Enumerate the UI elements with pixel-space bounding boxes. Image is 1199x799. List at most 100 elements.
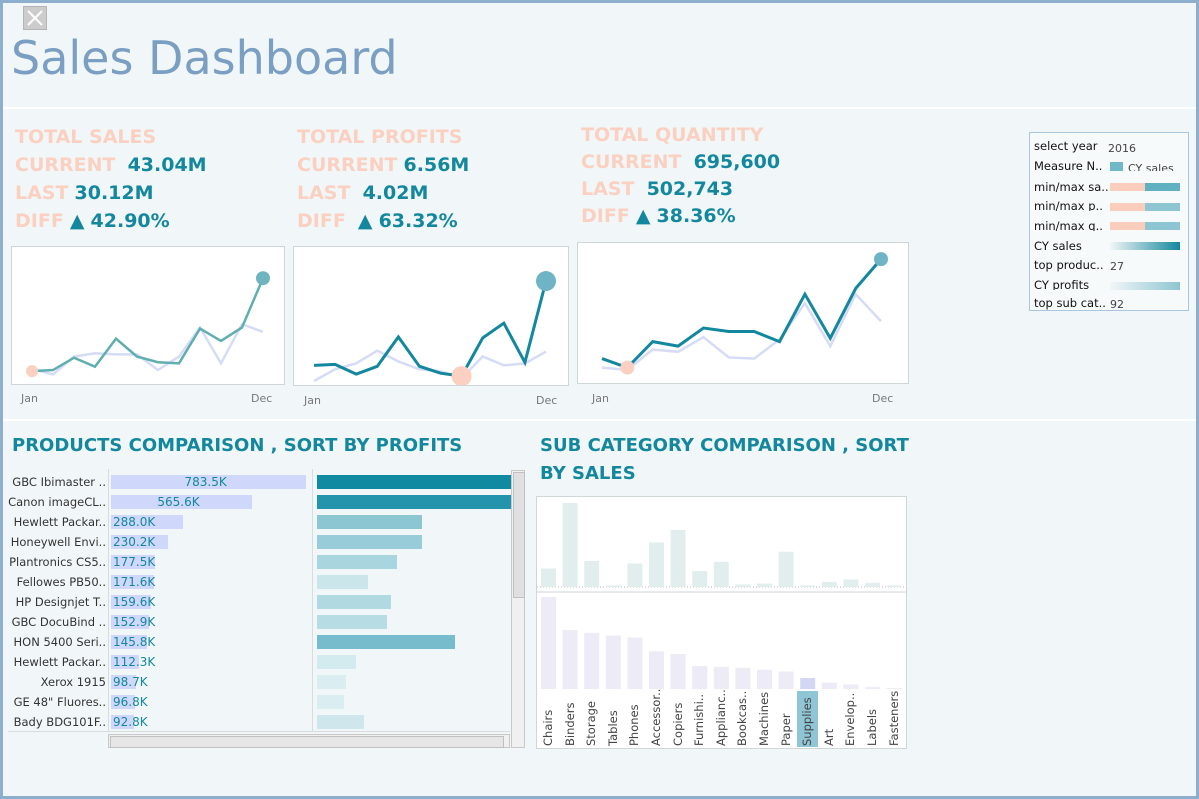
profit-bar[interactable] — [317, 675, 347, 689]
product-row[interactable]: Fellowes PB50.. 171.6K — [8, 575, 512, 591]
subcategory-sales-bar[interactable] — [692, 666, 708, 689]
subcategory-sales-bar[interactable] — [800, 677, 816, 689]
category-label[interactable]: Tables — [606, 710, 620, 746]
close-icon[interactable] — [23, 6, 47, 30]
product-row[interactable]: Bady BDG101F.. 92.8K — [8, 715, 512, 731]
subcategory-top-bar[interactable] — [562, 503, 578, 587]
subcategory-top-bar[interactable] — [735, 584, 751, 587]
subcategory-top-bar[interactable] — [713, 561, 729, 587]
vertical-scrollbar-thumb[interactable] — [513, 472, 525, 598]
product-row[interactable]: HP Designjet T.. 159.6K — [8, 595, 512, 611]
subcategory-top-bar[interactable] — [886, 585, 902, 587]
subcategory-sales-bar[interactable] — [649, 651, 664, 689]
subcategory-top-bar[interactable] — [584, 560, 600, 587]
top-subcat-value[interactable]: 92 — [1110, 298, 1124, 310]
subcategory-sales-bar[interactable] — [843, 684, 859, 689]
subcategory-top-bar[interactable] — [865, 582, 880, 587]
subcategory-sales-bar[interactable] — [627, 637, 643, 689]
min-marker[interactable] — [26, 365, 38, 378]
subcategory-sales-bar[interactable] — [735, 667, 751, 689]
top-products-control[interactable]: top produc.. 27 — [1030, 258, 1188, 273]
profit-bar[interactable] — [317, 475, 512, 489]
product-row[interactable]: Hewlett Packar.. 288.0K — [8, 515, 512, 531]
product-row[interactable]: Honeywell Envi.. 230.2K — [8, 535, 512, 551]
category-label[interactable]: Machines — [757, 692, 771, 746]
product-row[interactable]: Hewlett Packar.. 112.3K — [8, 655, 512, 671]
top-products-value[interactable]: 27 — [1110, 260, 1124, 273]
product-row[interactable]: GBC Ibimaster .. 783.5K — [8, 475, 512, 491]
subcategory-sales-bar[interactable] — [821, 682, 837, 689]
sales-value-label: 96.8K — [113, 695, 148, 709]
category-label[interactable]: Fasteners — [887, 691, 901, 746]
subcategory-top-bar[interactable] — [541, 568, 556, 587]
profit-bar[interactable] — [317, 515, 423, 529]
subcategory-sales-bar[interactable] — [757, 669, 772, 689]
profit-bar[interactable] — [317, 635, 456, 649]
category-label[interactable]: Copiers — [671, 703, 685, 746]
profit-bar[interactable] — [317, 595, 392, 609]
category-label[interactable]: Labels — [865, 709, 879, 746]
min-marker[interactable] — [451, 366, 472, 387]
sales-value-label: 565.6K — [157, 495, 200, 509]
subcategory-sales-bar[interactable] — [778, 671, 794, 689]
category-label[interactable]: Furnishi.. — [692, 694, 706, 746]
product-row[interactable]: GE 48" Fluores.. 96.8K — [8, 695, 512, 711]
horizontal-scrollbar-thumb[interactable] — [110, 736, 504, 748]
category-label[interactable]: Storage — [584, 701, 598, 746]
category-label[interactable]: Applianc.. — [714, 689, 728, 746]
profit-bar[interactable] — [317, 575, 368, 589]
profit-bar[interactable] — [317, 695, 345, 709]
min-marker[interactable] — [620, 360, 635, 375]
product-row[interactable]: Canon imageCL.. 565.6K — [8, 495, 512, 511]
subcategory-top-bar[interactable] — [649, 542, 664, 587]
subcategory-chart: Chairs Binders Storage Tables Phones Accessor… — [536, 496, 907, 749]
category-label[interactable]: Supplies — [800, 697, 814, 746]
category-label[interactable]: Chairs — [541, 710, 555, 746]
subcategory-top-bar[interactable] — [627, 563, 643, 587]
horizontal-scrollbar[interactable] — [108, 734, 510, 748]
select-year-control[interactable]: select year 2016 — [1030, 139, 1188, 155]
profit-bar[interactable] — [317, 495, 512, 509]
profit-bar[interactable] — [317, 655, 356, 669]
subcategory-top-bar[interactable] — [692, 571, 708, 587]
profit-bar[interactable] — [317, 535, 423, 549]
product-row[interactable]: HON 5400 Seri.. 145.8K — [8, 635, 512, 651]
subcategory-sales-bar[interactable] — [584, 632, 600, 689]
max-marker[interactable] — [874, 252, 888, 267]
subcategory-top-bar[interactable] — [821, 581, 837, 587]
category-label[interactable]: Binders — [563, 703, 577, 746]
profit-bar[interactable] — [317, 555, 397, 569]
category-label[interactable]: Art — [822, 729, 836, 746]
subcategory-top-bar[interactable] — [757, 583, 772, 587]
subcategory-top-bar[interactable] — [843, 579, 859, 587]
select-year-value[interactable]: 2016 — [1108, 142, 1136, 155]
subcategory-sales-bar[interactable] — [713, 666, 729, 689]
subcategory-sales-bar[interactable] — [562, 630, 578, 689]
subcategory-section-title: SUB CATEGORY COMPARISON , SORT BY SALES — [540, 432, 920, 488]
category-label[interactable]: Envelop.. — [843, 693, 857, 746]
category-label[interactable]: Accessor.. — [649, 689, 663, 746]
subcategory-top-bar[interactable] — [670, 529, 686, 587]
dashboard-frame: Sales Dashboard TOTAL SALES CURRENT 43.0… — [0, 0, 1199, 799]
category-label[interactable]: Bookcas.. — [735, 691, 749, 746]
profit-bar[interactable] — [317, 715, 364, 729]
max-marker[interactable] — [256, 271, 270, 286]
top-subcat-control[interactable]: top sub cat.. 92 — [1030, 296, 1188, 310]
subcategory-sales-bar[interactable] — [865, 687, 880, 689]
subcategory-sales-bar[interactable] — [605, 635, 621, 689]
subcategory-sales-bar[interactable] — [886, 688, 902, 689]
subcategory-sales-bar[interactable] — [541, 597, 556, 689]
category-label[interactable]: Paper — [779, 713, 793, 746]
product-row[interactable]: Plantronics CS5.. 177.5K — [8, 555, 512, 571]
product-row[interactable]: GBC DocuBind .. 152.9K — [8, 615, 512, 631]
max-marker[interactable] — [536, 271, 556, 292]
subcategory-top-bar[interactable] — [800, 585, 816, 587]
subcategory-top-bar[interactable] — [778, 551, 794, 587]
profit-bar[interactable] — [317, 615, 388, 629]
category-label[interactable]: Phones — [627, 704, 641, 746]
products-section-title: PRODUCTS COMPARISON , SORT BY PROFITS — [12, 435, 463, 456]
subcategory-sales-bar[interactable] — [670, 654, 686, 689]
vertical-scrollbar[interactable] — [511, 470, 525, 748]
product-row[interactable]: Xerox 1915 98.7K — [8, 675, 512, 691]
subcategory-top-bar[interactable] — [605, 585, 621, 587]
